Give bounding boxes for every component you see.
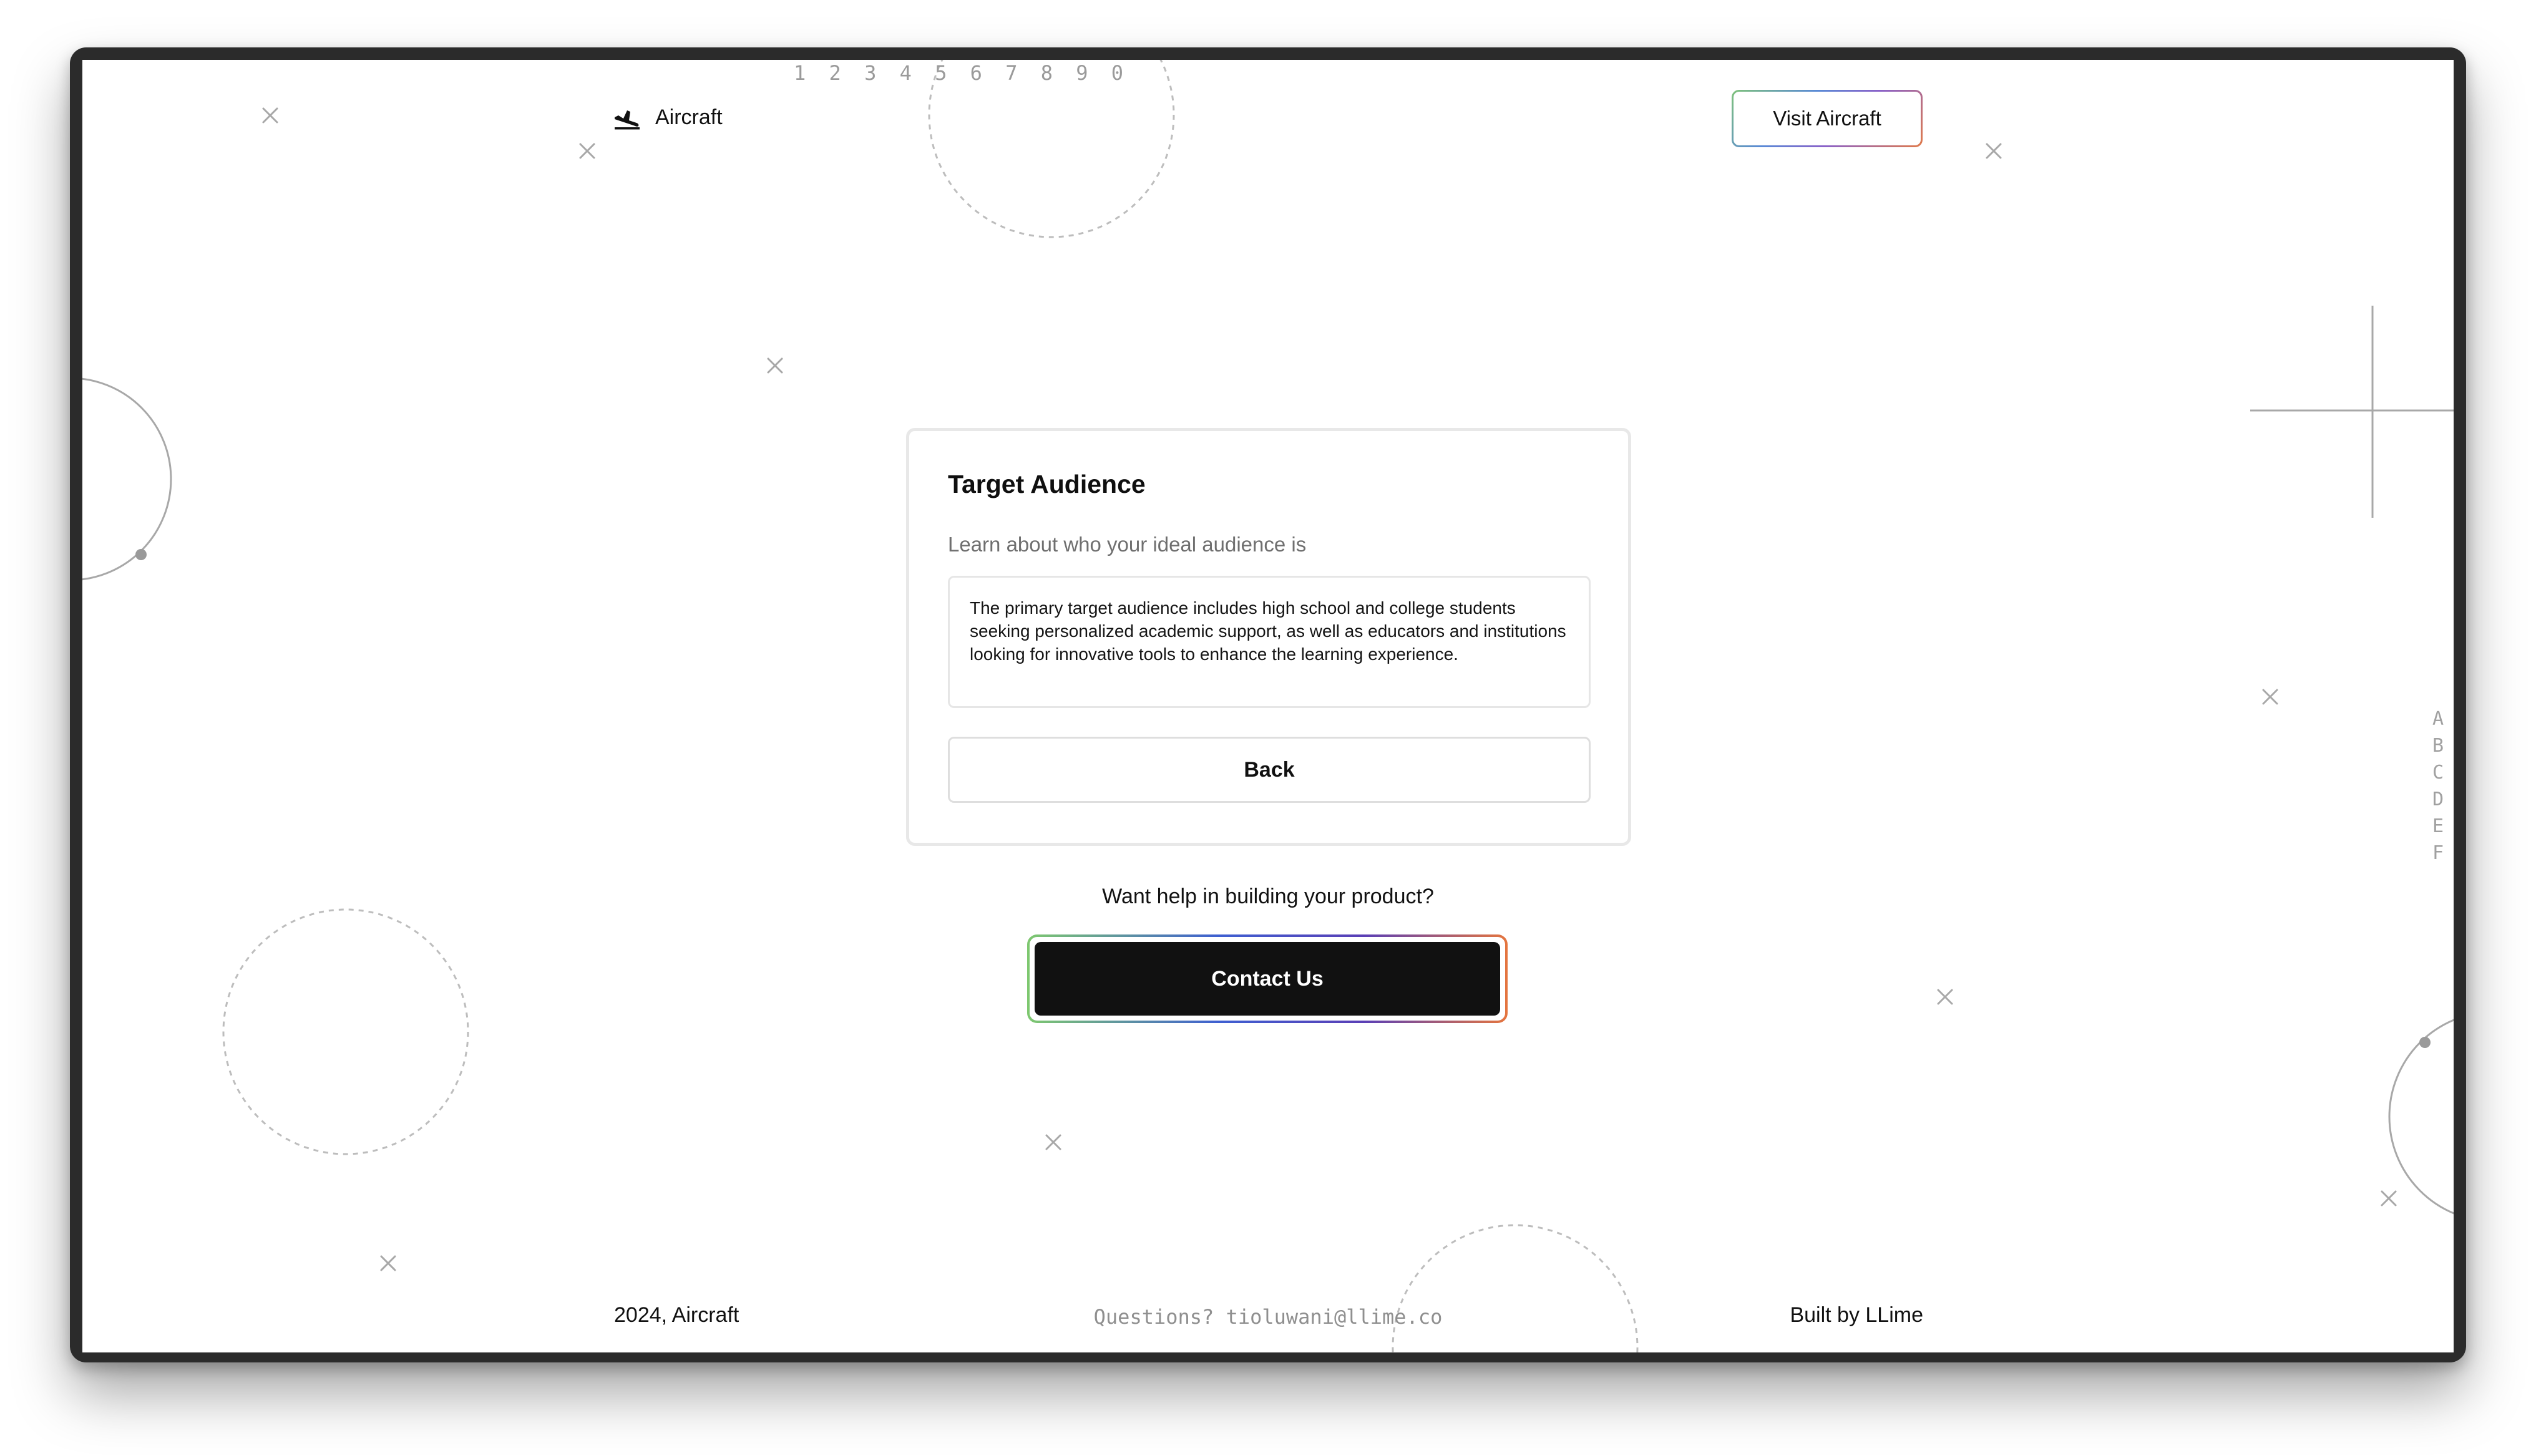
brand-label: Aircraft [655,105,723,129]
visit-aircraft-button[interactable]: Visit Aircraft [1732,90,1923,147]
x-mark [2262,689,2278,705]
help-question: Want help in building your product? [1102,885,1434,908]
decorative-letter: E [2432,815,2444,837]
airplane-landing-icon [615,110,640,130]
x-mark [1937,989,1953,1005]
solid-arc-left [82,377,172,581]
decorative-letter: A [2432,708,2444,730]
arc-dot-right [2419,1037,2431,1048]
x-mark [579,143,595,159]
x-mark [1045,1134,1061,1150]
footer-contact-email[interactable]: Questions? tioluwani@llime.co [1081,1305,1455,1329]
x-mark [2381,1190,2397,1206]
decorative-letter: F [2432,842,2444,864]
x-mark [380,1255,396,1271]
x-mark [1986,143,2002,159]
decorative-number-row: 1 2 3 4 5 6 7 8 9 0 [794,61,1129,85]
solid-arc-right [2388,1019,2454,1215]
contact-us-button[interactable]: Contact Us [1035,942,1500,1016]
contact-button-border: Contact Us [1027,934,1508,1023]
footer-copyright: 2024, Aircraft [614,1303,739,1327]
app-screen: 1 2 3 4 5 6 7 8 9 0 A B C D E F Aircraft… [82,60,2454,1352]
decorative-letter: D [2432,789,2444,810]
footer-credit-link[interactable]: Built by LLime [1736,1303,1923,1327]
audience-answer-box: The primary target audience includes hig… [948,576,1591,708]
dashed-circle-top [928,60,1175,238]
card-subtitle: Learn about who your ideal audience is [948,533,1307,556]
decorative-letter: C [2432,762,2444,784]
decorative-letter: B [2432,735,2444,757]
x-mark [767,357,783,374]
dashed-circle-left [222,908,469,1155]
decorative-letter-column: A B C D E F [2429,706,2447,866]
dashed-circle-bottom [1392,1224,1639,1352]
brand-link[interactable]: Aircraft [613,105,723,130]
back-button[interactable]: Back [948,737,1591,803]
arc-dot-left [135,549,147,560]
target-audience-card: Target Audience Learn about who your ide… [906,428,1631,846]
x-mark [262,107,278,124]
card-title: Target Audience [948,470,1146,498]
